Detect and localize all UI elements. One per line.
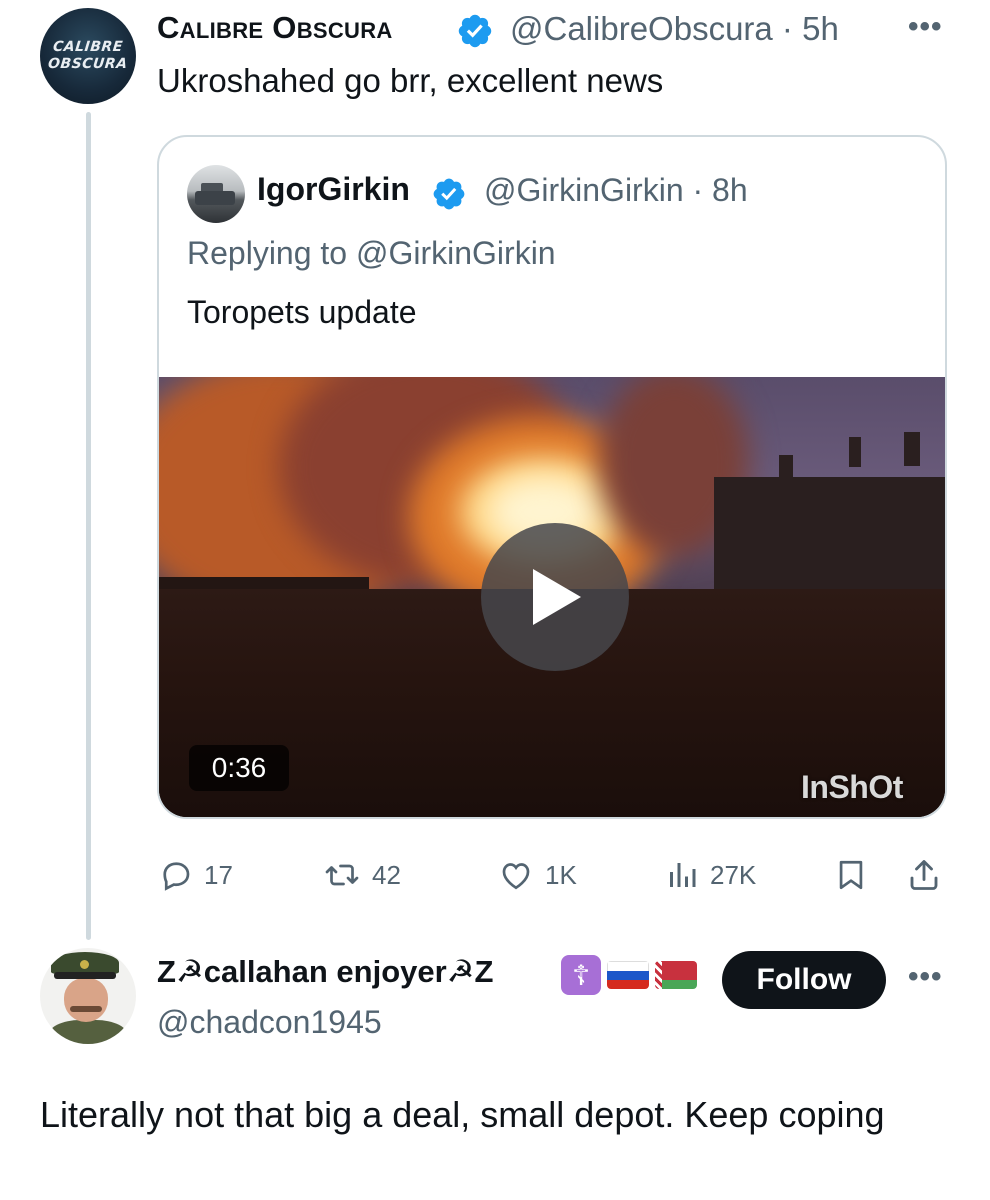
- thread-line: [86, 112, 91, 940]
- like-icon: [502, 863, 530, 890]
- bookmark-button[interactable]: [834, 850, 868, 900]
- video-duration: 0:36: [189, 745, 289, 791]
- more-dots-icon[interactable]: •••: [908, 960, 943, 994]
- like-button[interactable]: 1K: [497, 850, 577, 900]
- author-avatar[interactable]: CALIBRE OBSCURA: [40, 8, 136, 104]
- reply-icon: [163, 862, 190, 891]
- belarus-flag-icon: [655, 961, 697, 989]
- like-count: 1K: [545, 859, 577, 890]
- replying-to[interactable]: Replying to @GirkinGirkin: [187, 235, 556, 272]
- views-icon: [670, 863, 696, 887]
- play-icon: [533, 569, 581, 625]
- video-watermark: InShOt: [801, 769, 903, 805]
- retweet-count: 42: [372, 859, 401, 890]
- views-button[interactable]: 27K: [664, 850, 756, 900]
- name-emojis: ☦: [561, 955, 697, 995]
- reply-author-handle[interactable]: @chadcon1945: [157, 1004, 382, 1041]
- quoted-tweet[interactable]: IgorGirkin @GirkinGirkin · 8h Replying t…: [157, 135, 947, 819]
- more-dots-icon[interactable]: •••: [908, 10, 943, 44]
- follow-button[interactable]: Follow: [722, 951, 886, 1009]
- reply-author-name[interactable]: Z☭callahan enjoyer☭Z: [157, 954, 493, 990]
- bookmark-icon: [839, 860, 863, 890]
- quoted-author-name[interactable]: IgorGirkin: [257, 171, 410, 208]
- orthodox-cross-icon: ☦: [561, 955, 601, 995]
- share-icon: [910, 860, 938, 890]
- share-button[interactable]: [906, 850, 942, 900]
- quoted-author-handle-time[interactable]: @GirkinGirkin · 8h: [484, 172, 748, 209]
- reply-author-avatar[interactable]: [40, 948, 136, 1044]
- verified-badge-icon: [458, 14, 492, 48]
- reply-count: 17: [204, 859, 233, 890]
- russia-flag-icon: [607, 961, 649, 989]
- avatar-text-line2: OBSCURA: [47, 56, 129, 72]
- verified-badge-icon: [433, 178, 465, 210]
- tweet-text: Ukroshahed go brr, excellent news: [157, 62, 664, 99]
- play-button[interactable]: [481, 523, 629, 671]
- avatar-text-line1: CALIBRE: [52, 39, 124, 55]
- quoted-tweet-text: Toropets update: [187, 294, 417, 330]
- reply-text: Literally not that big a deal, small dep…: [40, 1094, 885, 1135]
- reply-button[interactable]: 17: [158, 850, 233, 900]
- retweet-button[interactable]: 42: [322, 850, 401, 900]
- author-handle-time[interactable]: @CalibreObscura · 5h: [510, 10, 839, 48]
- views-count: 27K: [710, 859, 757, 890]
- author-name[interactable]: Calibre Obscura: [157, 10, 393, 46]
- quoted-author-avatar[interactable]: [187, 165, 245, 223]
- retweet-icon: [325, 864, 359, 886]
- video-player[interactable]: 0:36 InShOt: [159, 377, 945, 817]
